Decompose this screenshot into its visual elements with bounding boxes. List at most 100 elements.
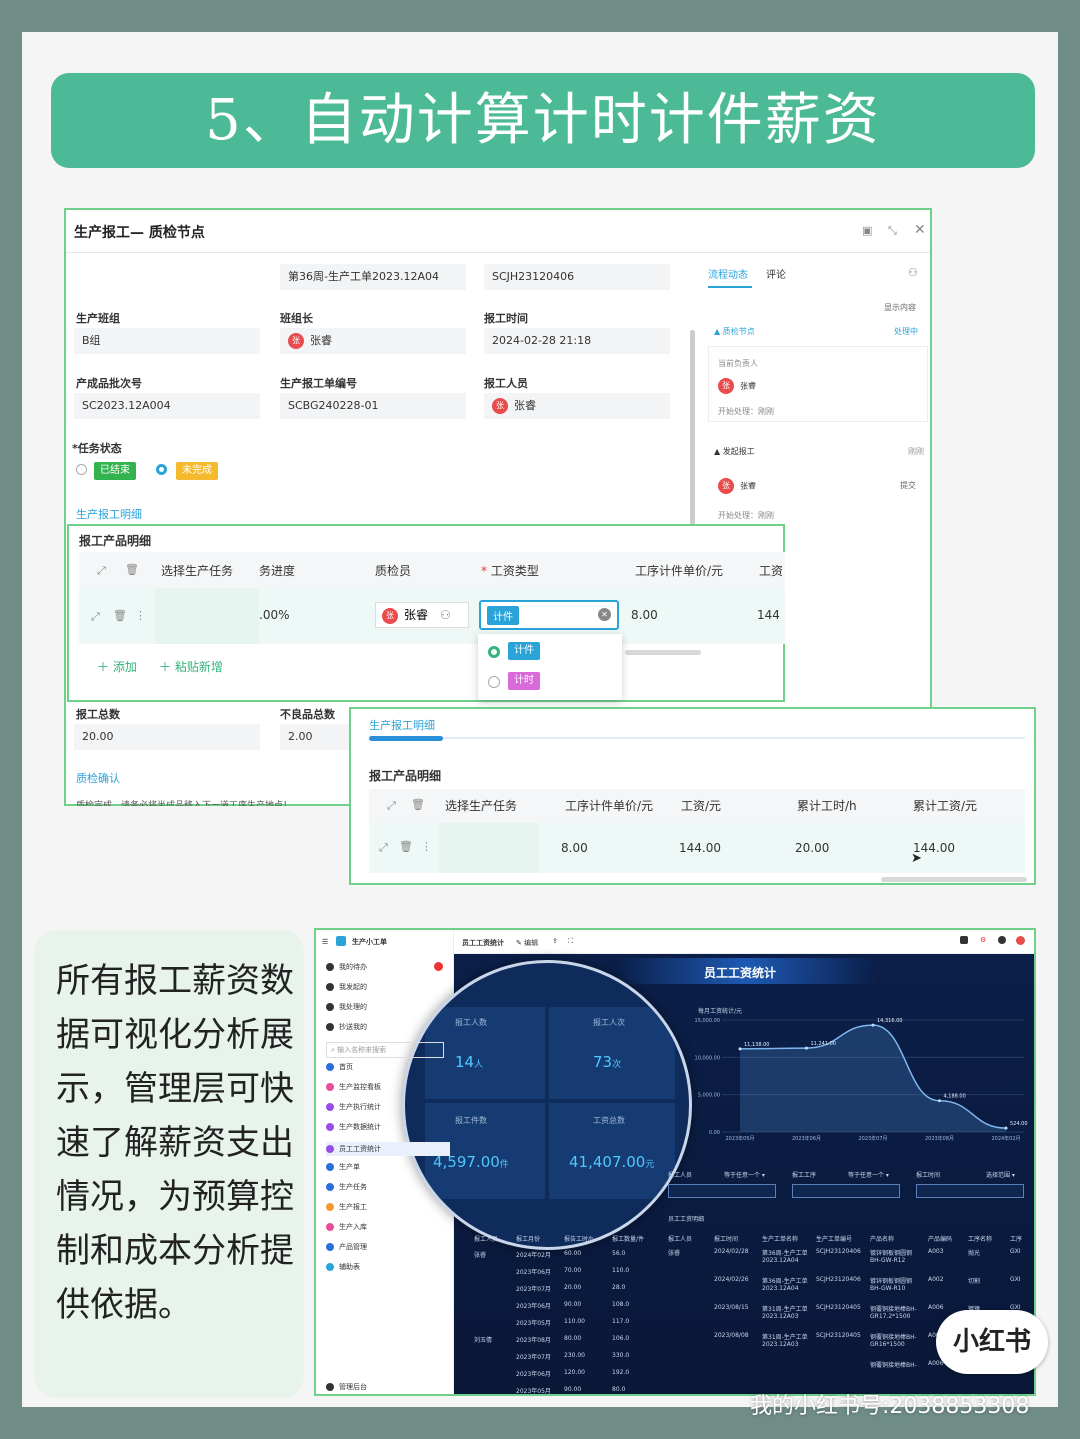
leader-field[interactable]: 张张睿: [280, 328, 466, 354]
delete-icon[interactable]: 🗑: [399, 840, 413, 853]
inspector-cell[interactable]: 张张睿 ⚇: [375, 602, 469, 628]
y-tick-label: 0.00: [709, 1130, 720, 1136]
sidebar-item[interactable]: 辅助表: [326, 1262, 360, 1272]
delete-icon[interactable]: 🗑: [411, 798, 425, 811]
expand-icon[interactable]: ⤢: [97, 564, 106, 578]
menu-icon[interactable]: ☰: [322, 938, 328, 946]
sidebar-item[interactable]: 我处理的: [326, 1002, 367, 1012]
defect-field[interactable]: 2.00: [280, 724, 350, 750]
panel-scrollbar[interactable]: [690, 330, 695, 530]
sidebar-item[interactable]: 抄送我的: [326, 1022, 367, 1032]
task-cell[interactable]: [155, 588, 259, 644]
report-no-field[interactable]: SCBG240228-01: [280, 393, 466, 419]
sidebar-item[interactable]: 生产执行统计: [326, 1102, 381, 1112]
expand-icon[interactable]: ⤢: [387, 799, 396, 813]
total-field[interactable]: 20.00: [74, 724, 260, 750]
table-cell: 第31周-生产工单2023.12A03: [762, 1306, 808, 1320]
expand-icon[interactable]: ⤢: [379, 841, 388, 855]
work-order-field[interactable]: 第36周-生产工单2023.12A04: [280, 264, 466, 290]
sidebar-item[interactable]: 生产任务: [326, 1182, 367, 1192]
detail-header: 务进度: [259, 564, 296, 578]
result-tab[interactable]: 生产报工明细: [369, 717, 435, 733]
show-content[interactable]: 显示内容: [884, 302, 916, 313]
option-piece[interactable]: 计件: [508, 642, 540, 660]
sidebar-search-input[interactable]: ⌕ 输入名称来搜索: [326, 1042, 444, 1058]
filter-input[interactable]: [916, 1184, 1024, 1198]
filter-input[interactable]: [792, 1184, 900, 1198]
sidebar-item[interactable]: 生产入库: [326, 1222, 367, 1232]
progress-cell: .00%: [259, 608, 290, 622]
toolbar-edit[interactable]: ✎ 编辑: [516, 938, 538, 948]
users-icon[interactable]: ⚇: [908, 266, 918, 279]
menu-item-icon: [326, 1203, 334, 1211]
status-pending-badge: 未完成: [176, 462, 218, 480]
table-header: 生产工单编号: [816, 1236, 853, 1243]
sidebar-item[interactable]: 我发起的: [326, 982, 367, 992]
title-divider: [66, 252, 930, 253]
table-header: 产品名称: [870, 1236, 895, 1243]
fullscreen-icon[interactable]: ⛶: [568, 937, 573, 946]
share-icon[interactable]: ⇪: [552, 937, 558, 945]
delete-icon[interactable]: 🗑: [113, 609, 127, 622]
section-link-detail[interactable]: 生产报工明细: [76, 506, 142, 522]
status-done-radio[interactable]: [76, 464, 87, 475]
sidebar-item[interactable]: 生产监控看板: [326, 1082, 381, 1092]
option-time-radio[interactable]: [488, 676, 500, 688]
description-text: 所有报工薪资数据可视化分析展示，管理层可快速了解薪资支出情况，为预算控制和成本分…: [56, 961, 294, 1325]
paste-add-button[interactable]: ＋ 粘贴新增: [159, 658, 223, 675]
qc-confirm-link[interactable]: 质检确认: [76, 770, 120, 786]
tab-flow[interactable]: 流程动态: [708, 266, 748, 281]
result-tab-bar: [369, 737, 1025, 739]
sidebar-item[interactable]: 生产报工: [326, 1202, 367, 1212]
sidebar-item[interactable]: 管理后台: [326, 1382, 367, 1392]
h-scrollbar[interactable]: [881, 877, 1027, 882]
sidebar-item[interactable]: 产品管理: [326, 1242, 367, 1252]
wage-cell: 144.00: [679, 841, 721, 855]
more-icon[interactable]: ⋮: [421, 840, 432, 853]
sidebar-item[interactable]: 首页: [326, 1062, 353, 1072]
filter-operator[interactable]: 等于任意一个 ▾: [724, 1170, 765, 1179]
collapse-icon[interactable]: ⤡: [888, 224, 897, 238]
result-tab-active: [369, 736, 443, 741]
filter-operator[interactable]: 等于任意一个 ▾: [848, 1170, 889, 1179]
table-cell: 80.00: [564, 1335, 582, 1342]
user-avatar[interactable]: [1016, 936, 1025, 945]
node-qc-title[interactable]: ▲ 质检节点: [714, 326, 755, 337]
sidebar-item[interactable]: 员工工资统计: [326, 1142, 450, 1156]
sidebar-item[interactable]: 我的待办: [326, 962, 367, 972]
batch-field[interactable]: SC2023.12A004: [74, 393, 260, 419]
option-time[interactable]: 计时: [508, 672, 540, 690]
table-header: 报工人员: [474, 1236, 499, 1243]
tab-comment[interactable]: 评论: [766, 266, 786, 281]
clear-icon[interactable]: ✕: [598, 608, 611, 621]
help-icon[interactable]: [998, 936, 1006, 944]
status-pending-radio[interactable]: [156, 464, 167, 475]
wage-type-select[interactable]: 计件 ✕: [479, 600, 619, 630]
h-scrollbar[interactable]: [625, 650, 701, 655]
sidebar-item[interactable]: 生产单: [326, 1162, 360, 1172]
more-icon[interactable]: ⋮: [135, 609, 146, 622]
work-order-no-field[interactable]: SCJH23120406: [484, 264, 670, 290]
task-cell[interactable]: [439, 823, 539, 873]
reporter-field[interactable]: 张张睿: [484, 393, 670, 419]
data-label: 11,241.00: [811, 1041, 836, 1047]
add-row-button[interactable]: ＋ 添加: [97, 658, 137, 675]
settings-icon[interactable]: ⚙: [980, 936, 986, 944]
option-piece-radio[interactable]: [488, 646, 500, 658]
table-cell: 2023年07月: [516, 1354, 551, 1361]
filter-operator[interactable]: 选择范围 ▾: [986, 1170, 1015, 1179]
notify-icon[interactable]: [960, 936, 968, 944]
sidebar-item[interactable]: 生产数据统计: [326, 1122, 381, 1132]
report-time-field[interactable]: 2024-02-28 21:18: [484, 328, 670, 354]
kpi-label: 工资总数: [593, 1116, 625, 1125]
close-icon[interactable]: ✕: [914, 222, 926, 238]
filter-input[interactable]: [668, 1184, 776, 1198]
table-cell: 2024年02月: [516, 1252, 551, 1259]
table-cell: 张睿: [668, 1250, 681, 1257]
team-field[interactable]: B组: [74, 328, 260, 354]
delete-icon[interactable]: 🗑: [125, 563, 139, 576]
pin-icon[interactable]: ▣: [862, 224, 872, 237]
series-area: [740, 1025, 1006, 1132]
expand-icon[interactable]: ⤢: [91, 610, 100, 624]
node-start-title[interactable]: ▲ 发起报工: [714, 446, 755, 457]
